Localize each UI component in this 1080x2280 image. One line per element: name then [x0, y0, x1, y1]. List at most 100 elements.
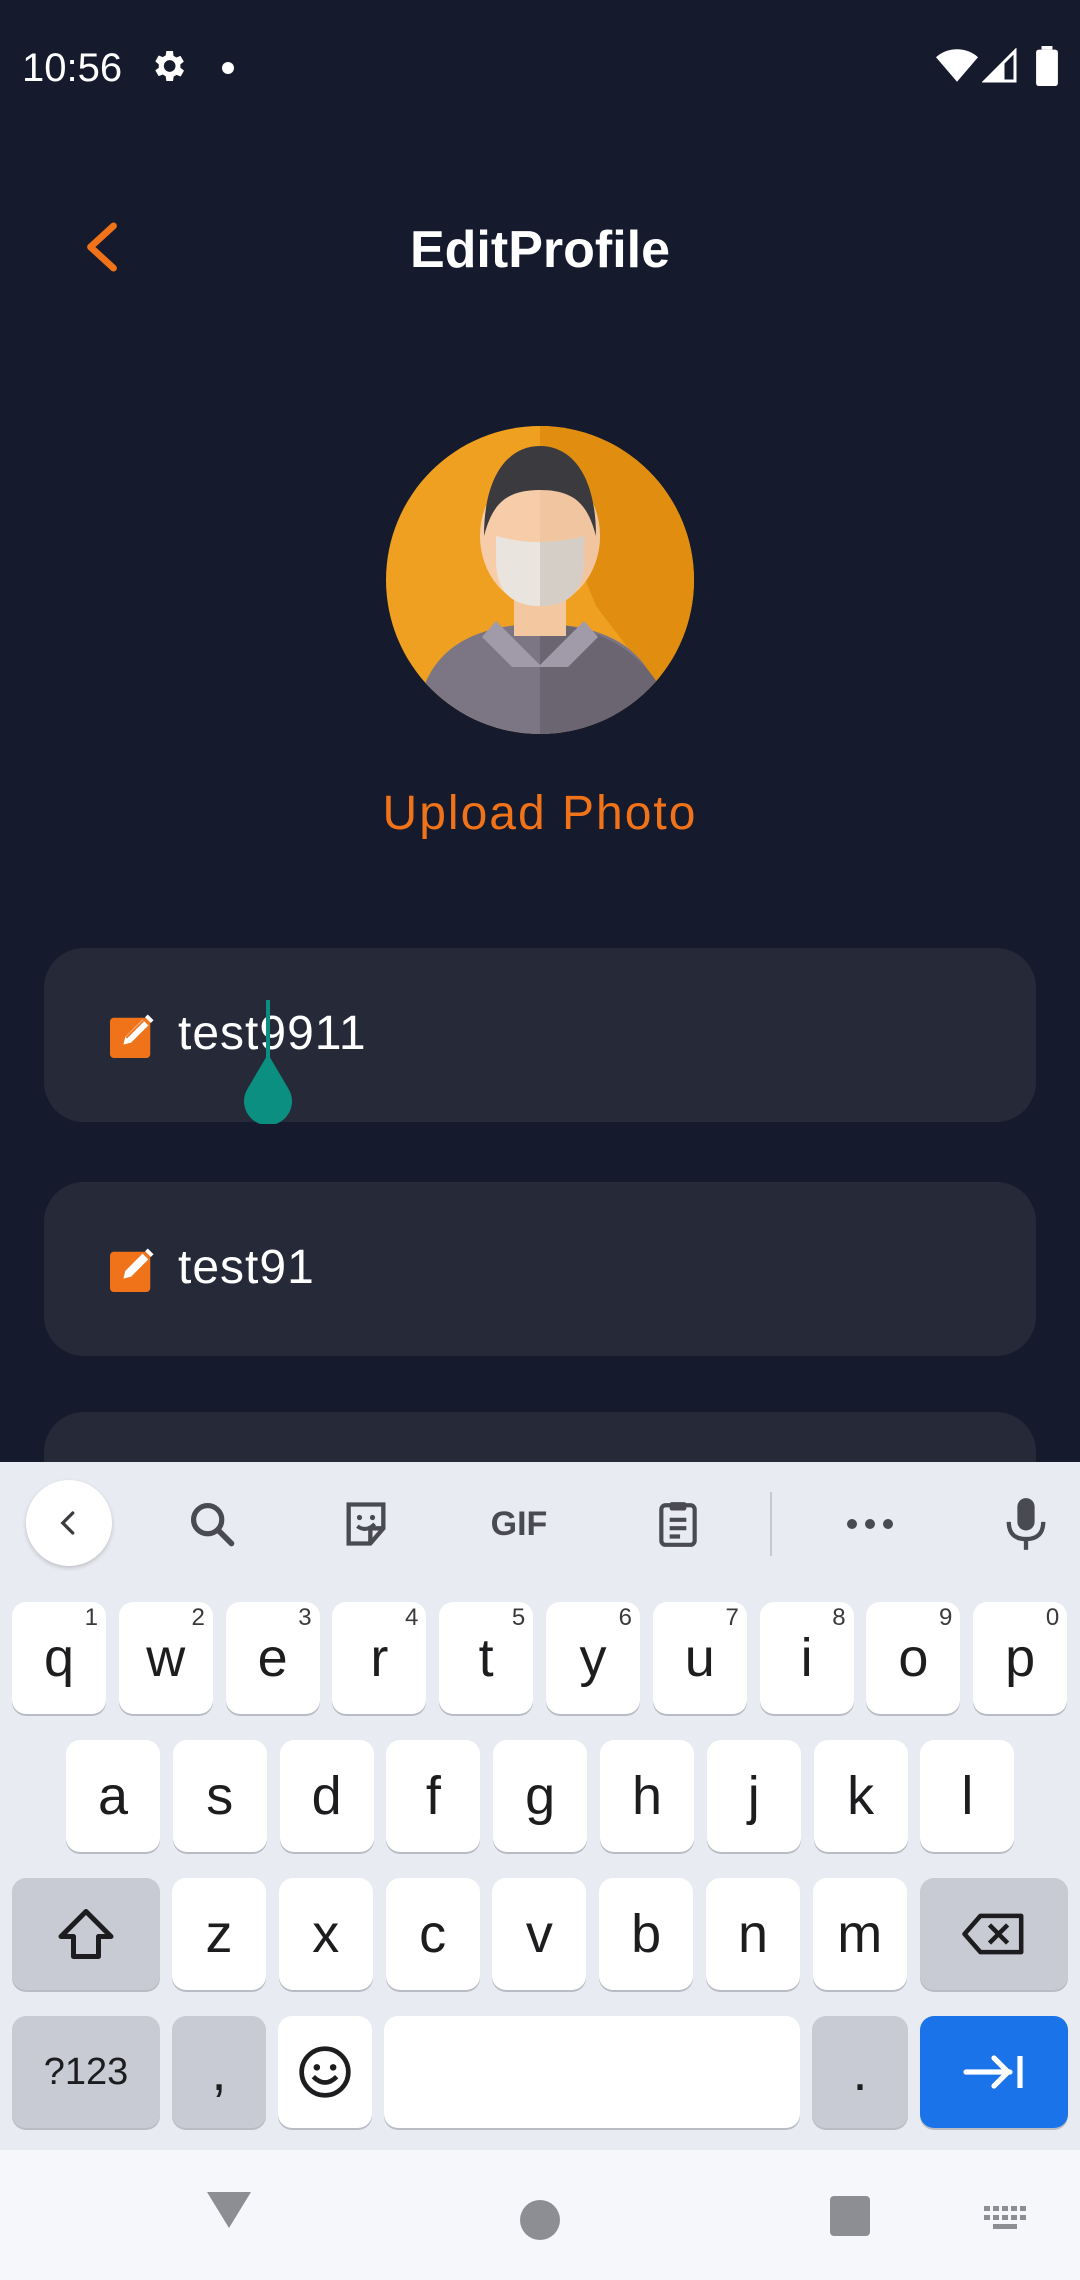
wifi-icon — [936, 49, 978, 82]
comma-key[interactable]: , — [172, 2016, 266, 2128]
key-label: f — [425, 1766, 441, 1826]
key-hint: 5 — [511, 1604, 526, 1631]
gif-button[interactable]: GIF — [484, 1480, 554, 1568]
key-o[interactable]: o9 — [866, 1602, 961, 1714]
key-label: n — [737, 1904, 769, 1964]
key-label: r — [370, 1628, 389, 1688]
key-m[interactable]: m — [812, 1878, 907, 1990]
nav-back-icon[interactable] — [204, 2188, 254, 2232]
key-a[interactable]: a — [66, 1740, 160, 1852]
key-k[interactable]: k — [813, 1740, 908, 1852]
period-key[interactable]: . — [812, 2016, 908, 2128]
symbols-key[interactable]: ?123 — [12, 2016, 160, 2128]
key-hint: 4 — [405, 1604, 419, 1631]
upload-photo-link[interactable]: Upload Photo — [0, 786, 1080, 841]
edit-icon — [110, 1248, 154, 1292]
key-w[interactable]: w2 — [118, 1602, 213, 1714]
key-c[interactable]: c — [385, 1878, 480, 1990]
key-v[interactable]: v — [492, 1878, 587, 1990]
key-label: a — [97, 1766, 129, 1826]
more-options-icon[interactable] — [836, 1480, 904, 1568]
key-i[interactable]: i8 — [759, 1602, 854, 1714]
key-label: s — [206, 1766, 234, 1826]
page-title: EditProfile — [409, 221, 671, 279]
comma-key-label: , — [211, 2042, 227, 2102]
key-label: t — [478, 1628, 494, 1688]
key-label: o — [898, 1628, 929, 1688]
nav-home-icon[interactable] — [520, 2200, 560, 2240]
toolbar-divider — [770, 1492, 772, 1556]
key-n[interactable]: n — [706, 1878, 800, 1990]
key-b[interactable]: b — [599, 1878, 694, 1990]
backspace-key[interactable] — [920, 1878, 1068, 1990]
shift-key[interactable] — [12, 1878, 160, 1990]
key-j[interactable]: j — [706, 1740, 801, 1852]
keyboard-collapse-button[interactable] — [26, 1480, 112, 1566]
clipboard-icon[interactable] — [646, 1480, 710, 1568]
key-label: m — [837, 1904, 883, 1964]
key-h[interactable]: h — [600, 1740, 694, 1852]
keyboard-search-icon[interactable] — [180, 1480, 244, 1568]
key-label: k — [847, 1766, 875, 1826]
key-label: y — [579, 1628, 607, 1688]
key-q[interactable]: q1 — [12, 1602, 106, 1714]
key-label: h — [631, 1766, 663, 1826]
sticker-icon[interactable] — [334, 1480, 398, 1568]
key-s[interactable]: s — [172, 1740, 267, 1852]
key-label: z — [205, 1904, 233, 1964]
edit-icon — [110, 1014, 154, 1058]
notification-dot-icon — [222, 62, 234, 74]
key-label: q — [43, 1628, 75, 1688]
key-label: p — [1005, 1628, 1036, 1688]
key-hint: 9 — [939, 1604, 953, 1631]
keyboard-switch-icon[interactable] — [984, 2206, 1028, 2232]
key-label: b — [631, 1904, 662, 1964]
space-key[interactable] — [384, 2016, 800, 2128]
key-z[interactable]: z — [172, 1878, 266, 1990]
key-label: x — [312, 1904, 340, 1964]
username-field[interactable]: test9911 — [44, 948, 1036, 1124]
display-name-field[interactable]: test91 — [44, 1182, 1036, 1356]
key-hint: 3 — [298, 1604, 312, 1631]
key-label: e — [257, 1628, 288, 1688]
key-hint: 0 — [1045, 1604, 1060, 1631]
status-time: 10:56 — [22, 46, 123, 90]
key-y[interactable]: y6 — [546, 1602, 640, 1714]
key-g[interactable]: g — [493, 1740, 588, 1852]
key-label: d — [311, 1766, 342, 1826]
microphone-icon[interactable] — [998, 1480, 1054, 1568]
next-field-key[interactable] — [920, 2016, 1068, 2128]
nav-recents-icon[interactable] — [830, 2196, 870, 2236]
status-bar: 10:56 — [0, 0, 1080, 136]
key-hint: 7 — [725, 1604, 739, 1631]
key-r[interactable]: r4 — [332, 1602, 427, 1714]
battery-icon — [1036, 46, 1058, 86]
key-f[interactable]: f — [386, 1740, 481, 1852]
key-hint: 1 — [84, 1604, 98, 1631]
key-hint: 6 — [618, 1604, 632, 1631]
key-hint: 2 — [191, 1604, 205, 1631]
key-x[interactable]: x — [278, 1878, 373, 1990]
soft-keyboard: GIF ?123 , . q1w2e3r4t5y6u7i8o9p0asdfghj… — [0, 1462, 1080, 2150]
username-value: test9911 — [178, 1007, 367, 1060]
system-nav-bar — [0, 2150, 1080, 2280]
key-label: v — [525, 1904, 553, 1964]
key-t[interactable]: t5 — [439, 1602, 534, 1714]
key-e[interactable]: e3 — [225, 1602, 320, 1714]
period-key-label: . — [852, 2042, 868, 2102]
key-label: j — [747, 1766, 760, 1826]
key-u[interactable]: u7 — [652, 1602, 747, 1714]
key-label: w — [146, 1628, 186, 1688]
cursor-handle[interactable] — [240, 1054, 296, 1124]
key-label: l — [961, 1766, 974, 1826]
key-label: i — [800, 1628, 813, 1688]
key-d[interactable]: d — [279, 1740, 374, 1852]
emoji-key[interactable] — [278, 2016, 372, 2128]
key-label: g — [525, 1766, 556, 1826]
key-p[interactable]: p0 — [973, 1602, 1068, 1714]
settings-gear-icon — [155, 51, 184, 81]
key-label: u — [684, 1628, 715, 1688]
symbols-key-label: ?123 — [43, 2050, 129, 2093]
key-l[interactable]: l — [920, 1740, 1015, 1852]
profile-avatar[interactable] — [386, 426, 694, 734]
